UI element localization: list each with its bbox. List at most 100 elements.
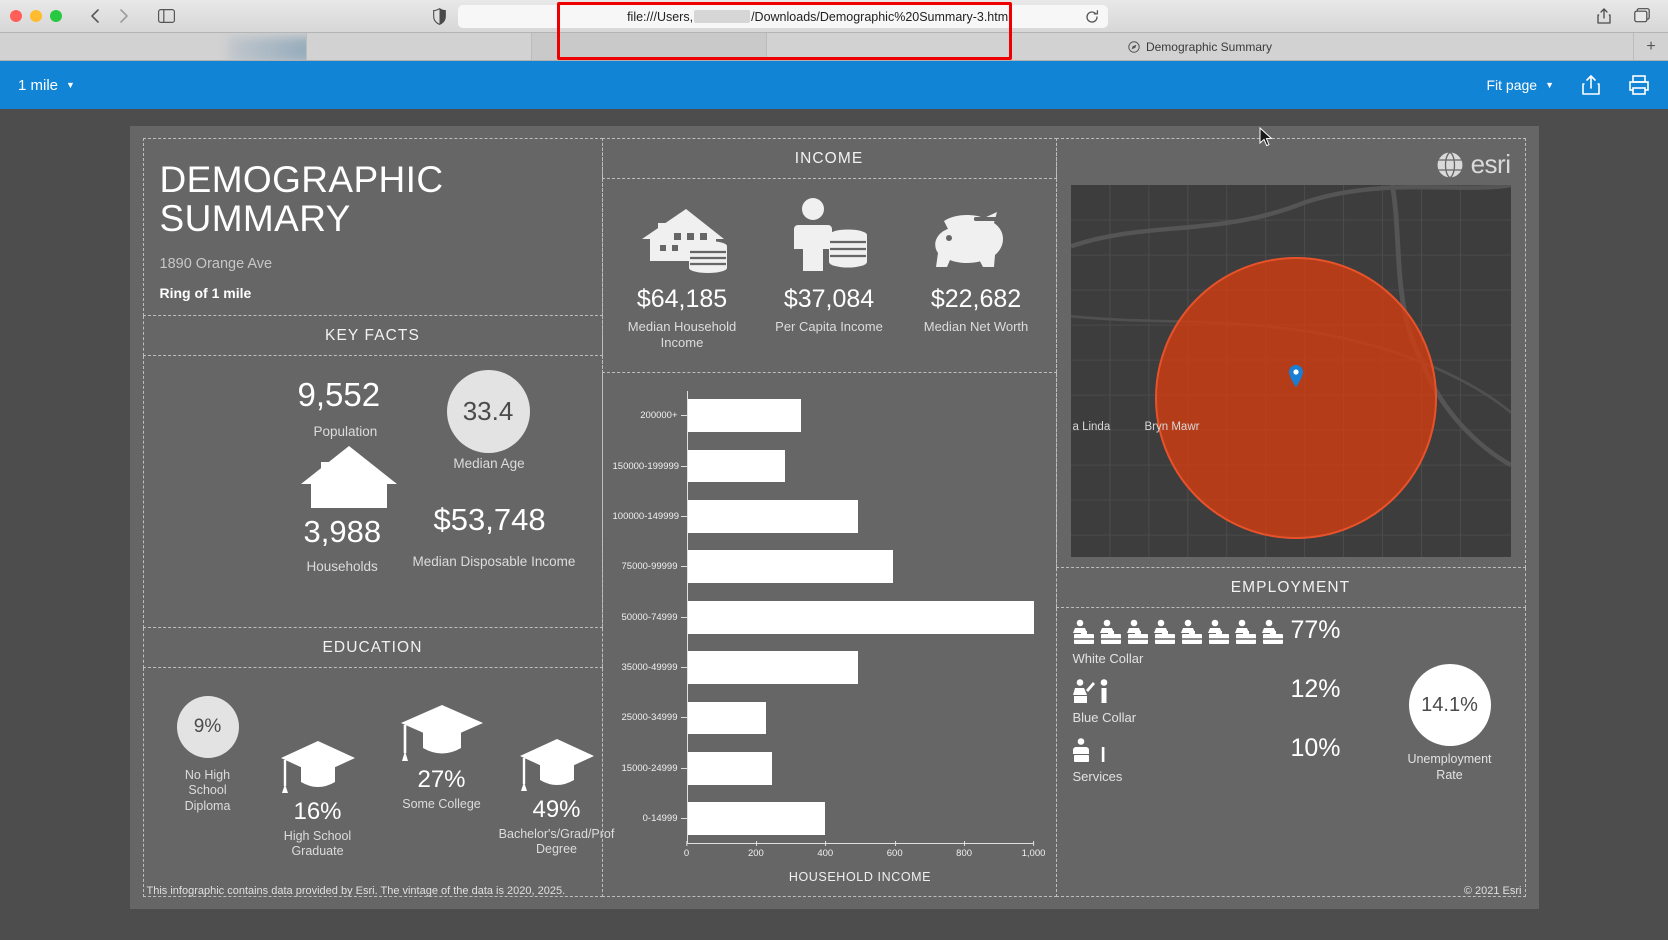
income-title-panel: INCOME — [602, 138, 1057, 179]
person-coins-icon — [756, 193, 903, 275]
close-window-button[interactable] — [10, 10, 22, 22]
graduation-cap-icon — [377, 702, 507, 762]
chart-x-tick-mark — [895, 841, 896, 846]
chart-bar-track — [687, 693, 1034, 743]
chart-bar — [687, 702, 767, 735]
blue-collar-worker-icon-partial — [1100, 678, 1108, 704]
chart-bar-row: 100000-149999 — [613, 491, 1034, 541]
mouse-cursor — [1259, 127, 1273, 147]
chart-x-tick-mark — [686, 841, 687, 846]
employment-heading: EMPLOYMENT — [1057, 568, 1525, 607]
chart-category-label: 35000-49999 — [613, 662, 681, 673]
chart-bar — [687, 550, 893, 583]
briefcase-worker-icon — [1262, 619, 1284, 645]
population-label: Population — [314, 424, 378, 439]
browser-tab-2[interactable] — [307, 33, 532, 60]
graduation-cap-icon — [258, 738, 378, 794]
back-arrow-icon[interactable] — [80, 6, 108, 27]
chart-bar-track — [687, 491, 1034, 541]
browser-tab-1[interactable] — [0, 33, 307, 60]
map-panel: esri — [1056, 138, 1526, 568]
map-label-bryn-mawr: Bryn Mawr — [1145, 421, 1200, 433]
employment-panel: 77% White Collar 12% Blue Collar — [1056, 608, 1526, 897]
blurred-tab-thumbnail — [228, 37, 307, 60]
browser-tab-demographic-summary[interactable]: Demographic Summary — [767, 33, 1634, 60]
chart-bar-row: 150000-199999 — [613, 441, 1034, 491]
infographic-sheet: DEMOGRAPHIC SUMMARY 1890 Orange Ave Ring… — [130, 126, 1539, 909]
education-title-panel: EDUCATION — [143, 628, 603, 668]
fit-page-selector[interactable]: Fit page ▼ — [1486, 77, 1554, 93]
right-column: esri — [1056, 138, 1526, 897]
browser-tab-3[interactable] — [532, 33, 767, 60]
safari-browser-window: file:///Users, /Downloads/Demographic%20… — [0, 0, 1668, 940]
privacy-shield-icon[interactable] — [427, 6, 451, 27]
share-icon[interactable] — [1590, 5, 1618, 26]
new-tab-button[interactable]: + — [1634, 33, 1668, 60]
browser-titlebar: file:///Users, /Downloads/Demographic%20… — [0, 0, 1668, 33]
chart-bar — [687, 601, 1034, 634]
left-column: DEMOGRAPHIC SUMMARY 1890 Orange Ave Ring… — [143, 138, 603, 897]
infographic-viewer-toolbar: 1 mile ▼ Fit page ▼ — [0, 61, 1668, 109]
ring-size-selector[interactable]: 1 mile ▼ — [18, 77, 75, 94]
chart-bar-track — [687, 391, 1034, 441]
chart-category-label: 200000+ — [613, 410, 681, 421]
chart-x-tick-mark — [1034, 841, 1035, 846]
tab-overview-icon[interactable] — [1628, 5, 1656, 26]
chart-bar-row: 35000-49999 — [613, 642, 1034, 692]
compass-icon — [1128, 41, 1140, 53]
household-income-bar-chart: 200000+150000-199999100000-14999975000-9… — [613, 383, 1042, 891]
share-button[interactable] — [1580, 74, 1602, 96]
infographic-footer: This infographic contains data provided … — [143, 877, 1526, 905]
chart-x-tick: 200 — [748, 848, 764, 859]
ring-size-label: 1 mile — [18, 77, 58, 94]
per-capita-income-label: Per Capita Income — [756, 319, 903, 335]
print-button[interactable] — [1628, 74, 1650, 96]
hs-graduate-percent: 16% — [258, 798, 378, 826]
chart-bar — [687, 399, 802, 432]
globe-icon — [1436, 151, 1464, 179]
chart-category-label: 15000-24999 — [613, 763, 681, 774]
minimize-window-button[interactable] — [30, 10, 42, 22]
sidebar-toggle-icon[interactable] — [152, 6, 180, 27]
infographic-stage: DEMOGRAPHIC SUMMARY 1890 Orange Ave Ring… — [0, 109, 1668, 940]
chart-bar-row: 50000-74999 — [613, 592, 1034, 642]
chart-x-tick-mark — [756, 841, 757, 846]
tab-title: Demographic Summary — [1146, 40, 1272, 54]
some-college-label: Some College — [377, 797, 507, 813]
chart-x-tick: 400 — [817, 848, 833, 859]
url-input[interactable]: file:///Users, /Downloads/Demographic%20… — [562, 5, 1076, 28]
education-item-no-diploma: 9% No HighSchoolDiploma — [162, 696, 254, 815]
key-facts-panel: 9,552 Population 3,988 Households 33.4 M… — [143, 356, 603, 628]
reload-icon[interactable] — [1076, 5, 1108, 28]
some-college-percent: 27% — [377, 766, 507, 794]
chart-bar — [687, 651, 859, 684]
income-item-per-capita: $37,084 Per Capita Income — [756, 193, 903, 352]
house-coins-icon — [609, 193, 756, 275]
income-panel: $64,185 Median HouseholdIncome — [602, 179, 1057, 373]
median-age-circle: 33.4 — [447, 370, 530, 453]
chart-bar-row: 25000-34999 — [613, 693, 1034, 743]
house-icon — [299, 444, 399, 510]
window-traffic-lights[interactable] — [10, 10, 62, 22]
one-mile-ring — [1155, 257, 1437, 539]
briefcase-worker-icon — [1073, 619, 1095, 645]
median-household-income-label: Median HouseholdIncome — [609, 319, 756, 352]
key-facts-heading: KEY FACTS — [144, 316, 602, 355]
median-net-worth-value: $22,682 — [903, 285, 1050, 314]
chart-x-tick: 600 — [887, 848, 903, 859]
households-label: Households — [307, 559, 378, 574]
url-redacted-username — [694, 10, 750, 23]
fit-page-label: Fit page — [1486, 77, 1537, 93]
location-map[interactable]: a Linda Bryn Mawr Smiley Height — [1071, 185, 1511, 557]
briefcase-worker-icon — [1181, 619, 1203, 645]
forward-arrow-icon[interactable] — [110, 6, 138, 27]
address-bar[interactable]: file:///Users, /Downloads/Demographic%20… — [458, 5, 1108, 28]
median-age-label: Median Age — [452, 456, 527, 471]
key-facts-title-panel: KEY FACTS — [143, 316, 603, 356]
maximize-window-button[interactable] — [50, 10, 62, 22]
chart-bar-track — [687, 542, 1034, 592]
chart-bar — [687, 802, 826, 835]
chart-x-tick: 1,000 — [1022, 848, 1046, 859]
population-value: 9,552 — [298, 376, 381, 414]
chart-bar — [687, 752, 772, 785]
